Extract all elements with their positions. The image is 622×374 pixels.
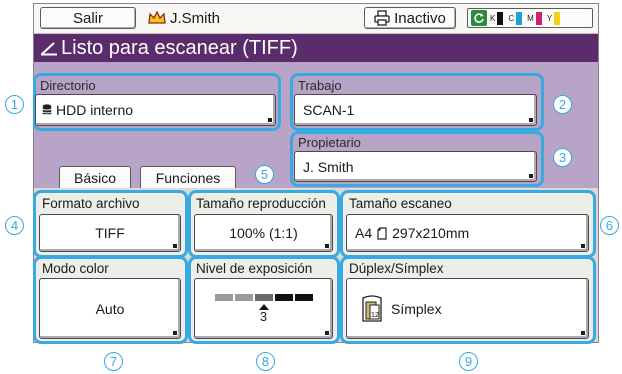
toner-status[interactable]: KCMY xyxy=(467,8,593,28)
job-label: Trabajo xyxy=(298,78,342,93)
toner-k: K xyxy=(490,11,504,25)
printer-icon xyxy=(374,10,390,26)
toner-level-bar xyxy=(554,11,561,25)
exposure-label: Nivel de exposición xyxy=(196,261,313,276)
status-button[interactable]: Inactivo xyxy=(364,7,456,29)
toner-level-bar xyxy=(516,11,523,25)
logout-button[interactable]: Salir xyxy=(40,7,136,29)
exposure-button[interactable]: 3 xyxy=(194,278,333,339)
directory-value: HDD interno xyxy=(56,102,134,118)
crown-icon xyxy=(148,11,166,24)
directory-label: Directorio xyxy=(40,78,96,93)
title-bar: Listo para escanear (TIFF) xyxy=(34,34,598,62)
toner-levels: KCMY xyxy=(490,11,563,25)
callout-5: 5 xyxy=(255,165,274,184)
paper-orientation-icon xyxy=(377,226,387,240)
toner-letter: C xyxy=(508,13,515,23)
user-name: J.Smith xyxy=(170,9,221,27)
owner-label: Propietario xyxy=(298,135,361,150)
toner-letter: K xyxy=(490,13,496,23)
user-info: J.Smith xyxy=(148,8,220,28)
exposure-segment xyxy=(294,294,313,301)
job-field[interactable]: SCAN-1 xyxy=(294,94,537,126)
hdd-icon xyxy=(42,104,52,115)
file-format-value: TIFF xyxy=(95,225,125,241)
exposure-level-bar xyxy=(214,294,313,301)
callout-2: 2 xyxy=(553,95,572,114)
status-label: Inactivo xyxy=(394,9,446,27)
job-value: SCAN-1 xyxy=(303,102,355,118)
file-format-button[interactable]: TIFF xyxy=(39,214,181,252)
exposure-segment xyxy=(234,294,253,301)
scan-size-button[interactable]: A4 297x210mm xyxy=(346,214,589,252)
scan-size-label: Tamaño escaneo xyxy=(349,196,452,211)
owner-value: J. Smith xyxy=(303,158,354,175)
scan-size-value: A4 xyxy=(355,225,373,241)
duplex-label: Dúplex/Símplex xyxy=(349,261,444,276)
toner-letter: M xyxy=(527,13,534,23)
exposure-segment xyxy=(254,294,273,301)
toner-y: Y xyxy=(546,11,561,25)
duplex-value: Símplex xyxy=(391,300,442,317)
owner-field[interactable]: J. Smith xyxy=(294,151,537,182)
callout-3: 3 xyxy=(553,148,572,167)
callout-8: 8 xyxy=(256,352,275,371)
exposure-segment xyxy=(274,294,293,301)
color-mode-button[interactable]: Auto xyxy=(39,278,181,339)
callout-1: 1 xyxy=(5,95,24,114)
file-format-label: Formato archivo xyxy=(42,196,140,211)
scanner-status-icon xyxy=(41,42,57,56)
color-mode-label: Modo color xyxy=(42,261,109,276)
color-mode-value: Auto xyxy=(95,300,125,317)
toner-m: M xyxy=(527,11,542,25)
exposure-segment xyxy=(214,294,233,301)
page-title: Listo para escanear (TIFF) xyxy=(61,36,298,59)
tab-basic[interactable]: Básico xyxy=(59,166,131,188)
scan-size-dimensions: 297x210mm xyxy=(392,225,470,241)
exposure-value: 3 xyxy=(259,309,268,324)
duplex-button[interactable]: 1 2 Símplex xyxy=(346,278,589,339)
svg-text:2: 2 xyxy=(375,312,379,319)
callout-4: 4 xyxy=(5,216,24,235)
tab-functions[interactable]: Funciones xyxy=(140,166,236,188)
toner-level-bar xyxy=(497,11,504,25)
callout-7: 7 xyxy=(104,352,123,371)
toner-letter: Y xyxy=(546,13,553,23)
callout-9: 9 xyxy=(459,352,478,371)
toner-level-bar xyxy=(535,11,542,25)
toner-c: C xyxy=(508,11,523,25)
repro-size-label: Tamaño reproducción xyxy=(196,196,326,211)
repro-size-button[interactable]: 100% (1:1) xyxy=(194,214,333,252)
repro-size-value: 100% (1:1) xyxy=(229,225,298,241)
refresh-icon xyxy=(471,10,487,26)
callout-6: 6 xyxy=(600,216,619,235)
directory-field[interactable]: HDD interno xyxy=(35,94,276,126)
simplex-icon: 1 2 xyxy=(362,294,382,322)
